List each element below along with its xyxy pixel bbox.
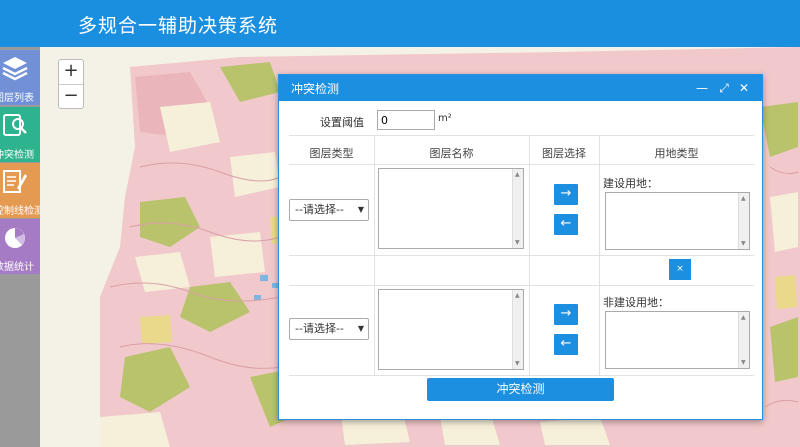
sidebar-item-label: 控制线检测 — [0, 206, 40, 217]
non-construction-land-list[interactable]: ▲ ▼ — [605, 311, 750, 369]
scrollbar[interactable]: ▲ ▼ — [738, 193, 749, 249]
move-left-button-2[interactable]: ← — [554, 334, 578, 355]
dialog-titlebar[interactable]: 冲突检测 — ⤢ ✕ — [279, 75, 762, 101]
table-divider — [374, 135, 375, 375]
table-divider — [289, 255, 754, 256]
layer-name-list-1[interactable]: ▲ ▼ — [378, 168, 524, 249]
threshold-label: 设置阈值 — [320, 116, 364, 129]
layer-name-list-2[interactable]: ▲ ▼ — [378, 289, 524, 370]
table-divider — [599, 135, 600, 375]
scrollbar[interactable]: ▲ ▼ — [512, 290, 523, 369]
scrollbar[interactable]: ▲ ▼ — [738, 312, 749, 368]
sidebar-item-label: 数据统计 — [0, 262, 34, 273]
sidebar-item-conflict-check[interactable]: 冲突检测 — [0, 107, 40, 162]
layers-icon — [2, 57, 28, 81]
zoom-in-button[interactable]: + — [59, 60, 83, 84]
select-value: --请选择-- — [295, 322, 344, 335]
move-left-button-1[interactable]: ← — [554, 214, 578, 235]
select-value: --请选择-- — [295, 203, 344, 216]
table-divider — [289, 164, 754, 165]
zoom-control: + − — [58, 59, 84, 109]
sidebar-item-label: 冲突检测 — [0, 150, 34, 161]
dialog-title: 冲突检测 — [291, 82, 340, 96]
app-title: 多规合一辅助决策系统 — [78, 15, 279, 37]
conflict-check-dialog: 冲突检测 — ⤢ ✕ 设置阈值 m² 图层类型 图层名称 图层选择 用地类型 -… — [278, 74, 763, 420]
conflict-check-submit-button[interactable]: 冲突检测 — [427, 378, 614, 401]
column-header-land-type: 用地类型 — [654, 147, 699, 160]
threshold-row: 设置阈值 m² — [279, 105, 762, 135]
clear-button[interactable]: × — [669, 259, 691, 280]
non-construction-land-label: 非建设用地： — [603, 296, 669, 309]
layer-type-select-1[interactable]: --请选择-- ▼ — [289, 199, 369, 221]
threshold-input[interactable] — [377, 110, 435, 130]
left-toolbar: 图层列表 冲突检测 控制线检测 数据统计 — [0, 47, 40, 447]
threshold-unit: m² — [438, 113, 452, 124]
table-divider — [289, 375, 754, 376]
maximize-icon[interactable]: ⤢ — [717, 81, 731, 95]
zoom-out-button[interactable]: − — [59, 84, 83, 108]
layer-type-select-2[interactable]: --请选择-- ▼ — [289, 318, 369, 340]
chevron-down-icon: ▼ — [357, 324, 364, 333]
column-header-layer-type: 图层类型 — [309, 147, 354, 160]
conflict-check-icon — [3, 114, 27, 136]
close-icon[interactable]: ✕ — [737, 81, 751, 95]
construction-land-list[interactable]: ▲ ▼ — [605, 192, 750, 250]
chevron-down-icon: ▼ — [357, 205, 364, 214]
move-right-button-2[interactable]: → — [554, 304, 578, 325]
column-header-layer-name: 图层名称 — [429, 147, 474, 160]
move-right-button-1[interactable]: → — [554, 184, 578, 205]
sidebar-item-layer-list[interactable]: 图层列表 — [0, 50, 40, 105]
sidebar-item-label: 图层列表 — [0, 93, 34, 104]
minimize-icon[interactable]: — — [695, 81, 709, 95]
document-edit-icon — [3, 170, 27, 193]
sidebar-item-data-statistics[interactable]: 数据统计 — [0, 219, 40, 274]
sidebar-item-control-line-check[interactable]: 控制线检测 — [0, 163, 40, 218]
pie-chart-icon — [5, 228, 25, 248]
scrollbar[interactable]: ▲ ▼ — [512, 169, 523, 248]
table-divider — [289, 135, 754, 136]
app-header: 多规合一辅助决策系统 — [0, 0, 800, 47]
column-header-layer-select: 图层选择 — [542, 147, 586, 160]
table-divider — [289, 285, 754, 286]
construction-land-label: 建设用地： — [603, 177, 658, 190]
table-divider — [529, 135, 530, 375]
